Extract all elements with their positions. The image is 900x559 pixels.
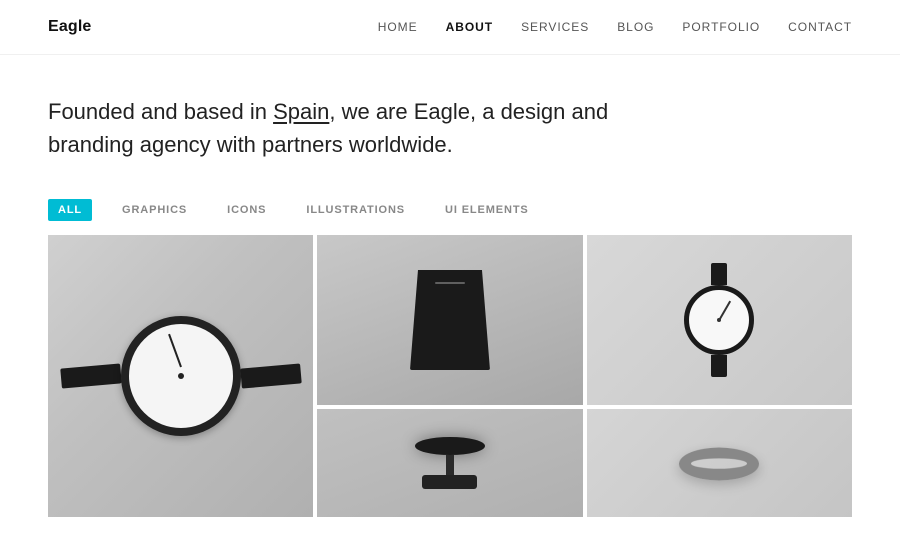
filter-graphics[interactable]: GRAPHICS [112,199,197,221]
nav-about[interactable]: ABOUT [446,20,493,34]
nav-home[interactable]: HOME [378,20,418,34]
nav-portfolio[interactable]: PORTFOLIO [682,20,760,34]
site-logo[interactable]: Eagle [48,18,92,36]
hero-text-after1: , we are Eagle, a design and [329,99,608,124]
hero-text-after2: branding agency with partners worldwide. [48,132,453,157]
site-header: Eagle HOME ABOUT SERVICES BLOG PORTFOLIO… [0,0,900,55]
hero-text: Founded and based in Spain, we are Eagle… [48,95,628,161]
gallery-item-disc[interactable] [317,409,582,517]
nav-contact[interactable]: CONTACT [788,20,852,34]
hero-section: Founded and based in Spain, we are Eagle… [0,55,900,185]
hero-text-before: Founded and based in [48,99,273,124]
nav-services[interactable]: SERVICES [521,20,589,34]
filter-ui-elements[interactable]: UI ELEMENTS [435,199,539,221]
gallery-item-watch-chrono[interactable] [48,235,313,517]
filter-all[interactable]: ALL [48,199,92,221]
gallery-item-speaker[interactable] [317,235,582,405]
gallery-item-ring[interactable] [587,409,852,517]
filter-icons[interactable]: ICONS [217,199,276,221]
nav-blog[interactable]: BLOG [617,20,654,34]
gallery-grid [0,235,900,517]
filter-bar: ALL GRAPHICS ICONS ILLUSTRATIONS UI ELEM… [0,185,900,235]
gallery-item-watch-simple[interactable] [587,235,852,405]
filter-illustrations[interactable]: ILLUSTRATIONS [296,199,415,221]
main-nav: HOME ABOUT SERVICES BLOG PORTFOLIO CONTA… [378,20,852,34]
hero-highlight: Spain [273,99,329,124]
